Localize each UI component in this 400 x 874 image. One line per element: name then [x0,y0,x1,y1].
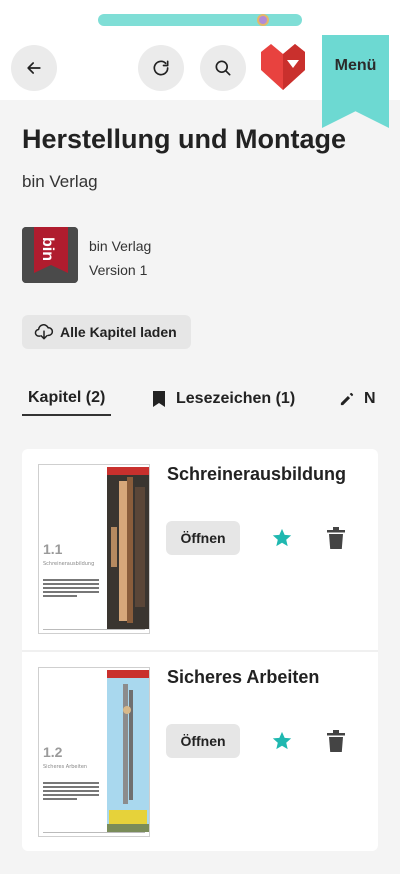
brand-logo [261,44,305,90]
pencil-icon [340,392,354,406]
chapter-title[interactable]: Sicheres Arbeiten [167,667,319,688]
thumbnail-photo [107,467,149,629]
progress-handle[interactable] [257,14,270,26]
tab-bookmarks-label: Lesezeichen (1) [176,390,296,407]
star-icon[interactable] [271,730,293,752]
search-button[interactable] [200,45,246,91]
open-chapter-button[interactable]: Öffnen [166,521,240,555]
thumbnail-text-lines [43,782,99,802]
svg-text:bin: bin [39,237,56,261]
book-publisher: bin Verlag [22,172,98,191]
thumbnail-number: 1.2 [43,744,63,760]
thumbnail-subtitle: Sicheres Arbeiten [43,764,88,770]
publisher-logo: bin [22,227,78,283]
tab-chapters-label: Kapitel (2) [28,389,106,406]
thumbnail-number: 1.1 [43,541,63,557]
load-all-label: Alle Kapitel laden [60,324,177,340]
thumbnail-text-lines [43,579,99,599]
chapter-item: 1.2 Sicheres Arbeiten Sicheres Arbeiten … [22,650,378,850]
trash-icon[interactable] [327,527,345,549]
reload-button[interactable] [138,45,184,91]
tab-notes-label: N [364,390,376,407]
thumbnail-photo [107,670,149,832]
tab-notes[interactable]: N [340,382,376,416]
tab-chapters[interactable]: Kapitel (2) [22,382,112,416]
menu-button[interactable]: Menü [322,35,389,128]
load-all-chapters-button[interactable]: Alle Kapitel laden [22,315,191,349]
star-icon[interactable] [271,527,293,549]
open-chapter-button[interactable]: Öffnen [166,724,240,758]
tab-bookmarks[interactable]: Lesezeichen (1) [152,382,295,416]
back-button[interactable] [11,45,57,91]
search-icon [215,60,231,76]
chapter-thumbnail[interactable]: 1.2 Sicheres Arbeiten [38,667,150,837]
book-title: Herstellung und Montage [22,124,346,154]
chapter-title[interactable]: Schreinerausbildung [167,464,346,485]
bookmark-icon [153,391,165,407]
arrow-left-icon [27,62,41,74]
reading-progress-bar[interactable] [98,14,302,26]
reload-icon [153,60,169,76]
tab-bar: Kapitel (2) Lesezeichen (1) N [0,382,400,418]
chapter-list: 1.1 Schreinerausbildung Schreinerausbild… [22,449,378,851]
thumbnail-footer [43,629,145,630]
top-bar: Menü [0,0,400,128]
chapter-item: 1.1 Schreinerausbildung Schreinerausbild… [22,449,378,649]
publisher-info: bin Verlag Version 1 [89,234,151,282]
chapter-thumbnail[interactable]: 1.1 Schreinerausbildung [38,464,150,634]
book-version: Version 1 [89,262,148,278]
thumbnail-footer [43,832,145,833]
publisher-name: bin Verlag [89,238,152,254]
cloud-download-icon [34,324,54,340]
thumbnail-subtitle: Schreinerausbildung [43,561,95,567]
menu-label: Menü [334,57,377,74]
trash-icon[interactable] [327,730,345,752]
